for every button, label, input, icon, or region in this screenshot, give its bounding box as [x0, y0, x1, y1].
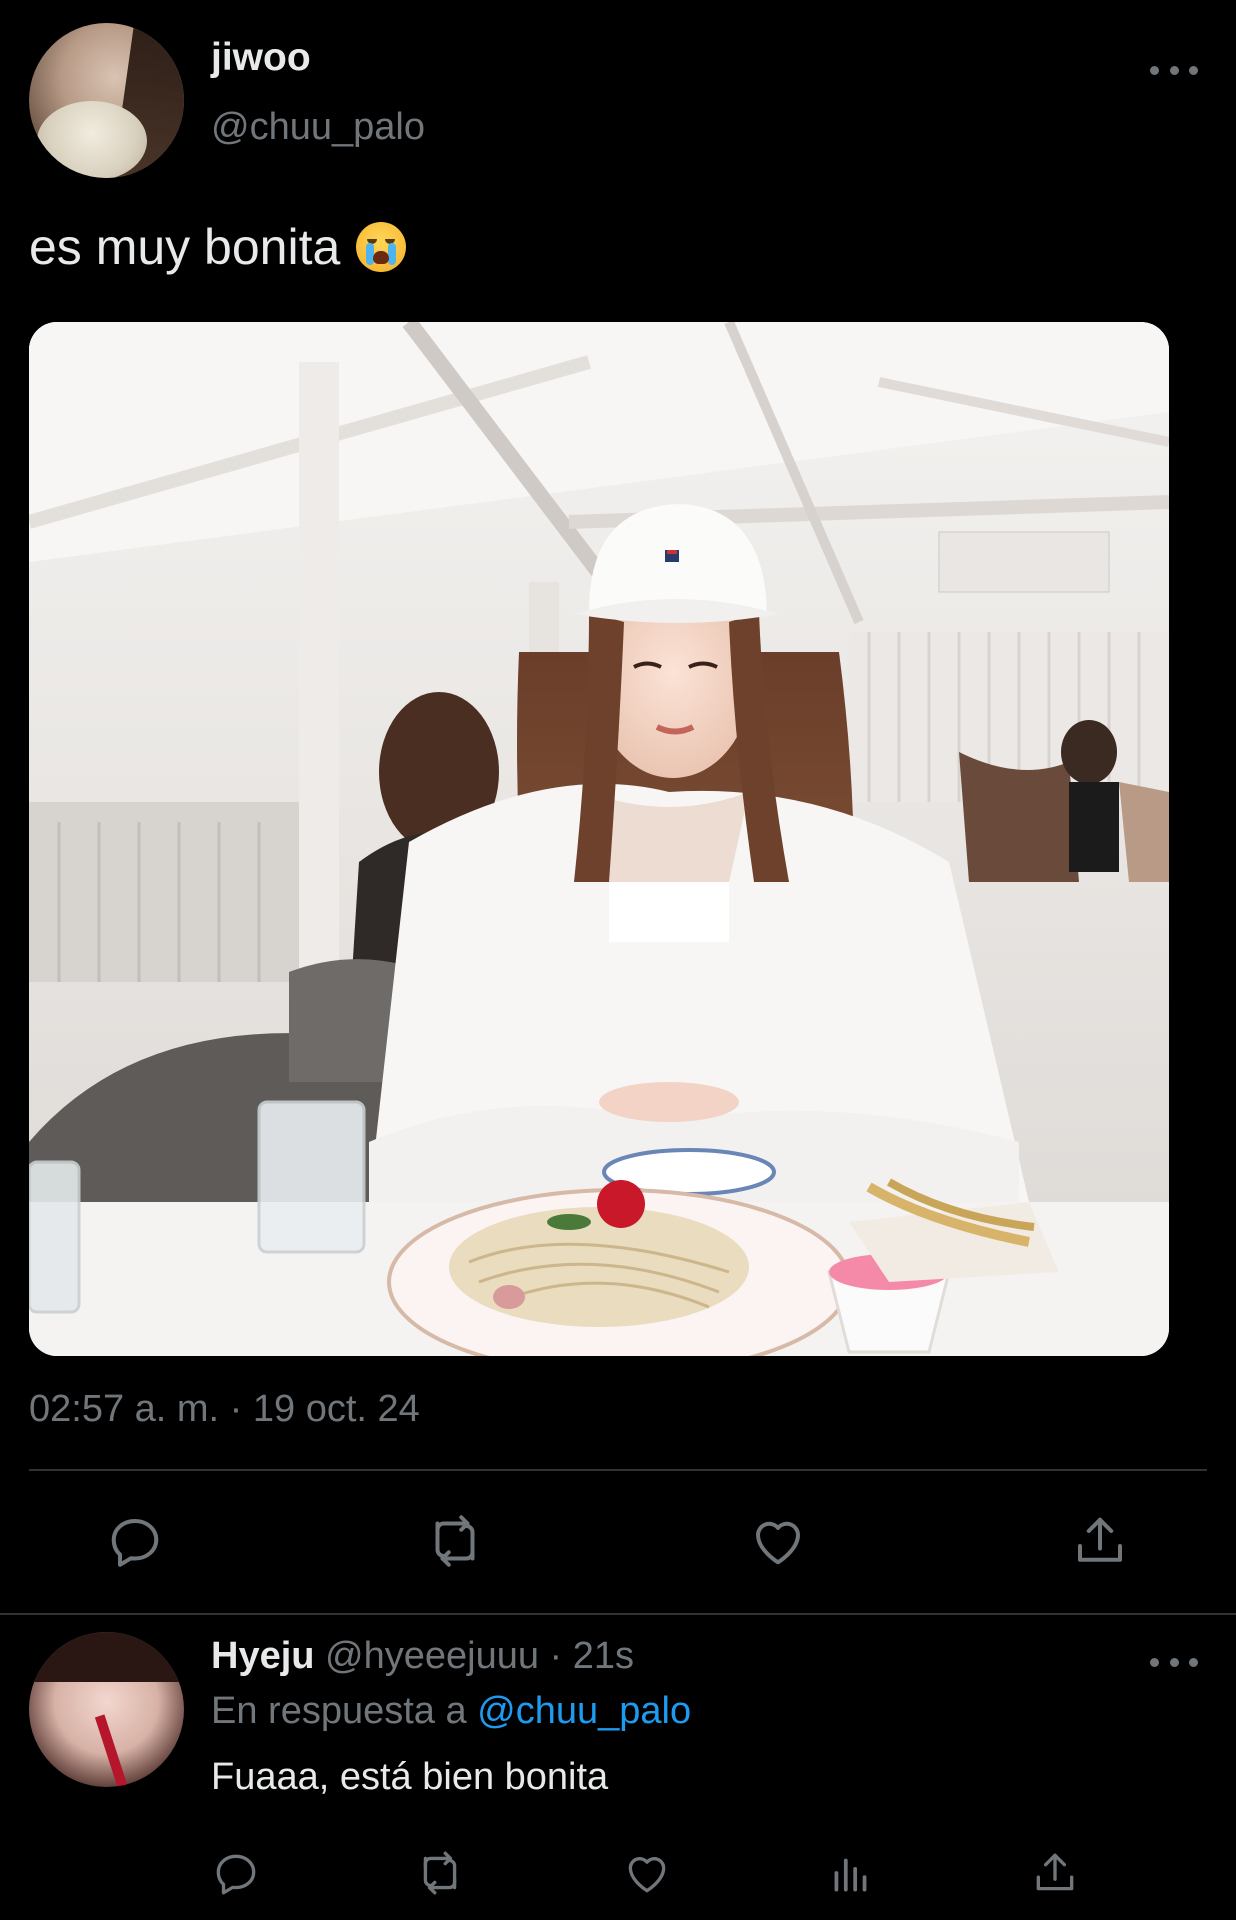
reply-header: Hyeju @hyeeejuuu · 21s: [211, 1635, 634, 1678]
avatar-hair: [29, 1632, 184, 1682]
reply-icon[interactable]: [211, 1848, 261, 1898]
reply-display-name[interactable]: Hyeju: [211, 1635, 314, 1677]
loudly-crying-face-icon: [356, 222, 407, 272]
avatar-cookie: [37, 101, 147, 178]
author-handle[interactable]: @chuu_palo: [211, 106, 425, 149]
reply-more-options-icon[interactable]: [1150, 1650, 1198, 1674]
divider: [29, 1469, 1207, 1471]
tweet-separator: [0, 1613, 1236, 1615]
analytics-icon[interactable]: [826, 1848, 876, 1898]
more-dot: [1169, 65, 1179, 75]
reply-icon[interactable]: [105, 1511, 165, 1571]
avatar-straw: [94, 1714, 130, 1787]
like-icon[interactable]: [622, 1848, 672, 1898]
tweet-text: es muy bonita: [29, 219, 341, 275]
retweet-icon[interactable]: [425, 1511, 485, 1571]
more-dot: [1169, 1657, 1179, 1667]
more-dot: [1150, 65, 1159, 75]
share-icon[interactable]: [1070, 1511, 1130, 1571]
replying-to: En respuesta a @chuu_palo: [211, 1690, 691, 1733]
author-display-name[interactable]: jiwoo: [211, 36, 311, 80]
tweet-text-row: es muy bonita: [29, 218, 407, 276]
main-tweet: jiwoo @chuu_palo es muy bonita 02:57 a. …: [0, 0, 1236, 1612]
replying-to-link[interactable]: @chuu_palo: [477, 1690, 691, 1732]
author-avatar[interactable]: [29, 23, 184, 178]
more-dot: [1150, 1657, 1159, 1667]
tweet-timestamp[interactable]: 02:57 a. m. · 19 oct. 24: [29, 1388, 420, 1431]
reply-handle-time[interactable]: @hyeeejuuu · 21s: [325, 1635, 634, 1677]
reply-action-bar: [0, 1848, 1236, 1898]
retweet-icon[interactable]: [415, 1848, 465, 1898]
more-options-icon[interactable]: [1150, 58, 1198, 82]
reply-author-avatar[interactable]: [29, 1632, 184, 1787]
share-icon[interactable]: [1030, 1848, 1080, 1898]
more-dot: [1189, 65, 1198, 75]
reply-text: Fuaaa, está bien bonita: [211, 1756, 609, 1798]
tweet-action-bar: [0, 1511, 1236, 1571]
replying-to-prefix: En respuesta a: [211, 1690, 467, 1732]
tweet-photo[interactable]: [29, 322, 1169, 1356]
more-dot: [1189, 1657, 1198, 1667]
photo-illustration: [29, 322, 1169, 1356]
like-icon[interactable]: [748, 1511, 808, 1571]
